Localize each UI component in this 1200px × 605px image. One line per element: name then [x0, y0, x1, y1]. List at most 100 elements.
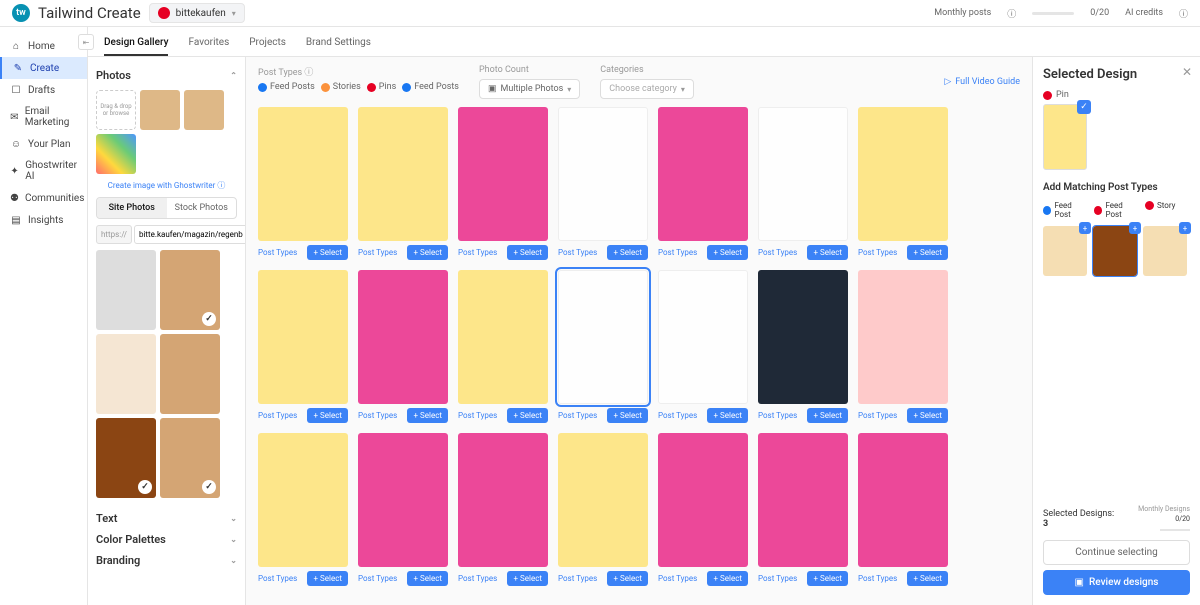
site-photo[interactable] — [96, 418, 156, 498]
info-icon[interactable]: ⓘ — [1007, 7, 1016, 20]
select-button[interactable]: + Select — [607, 571, 648, 586]
site-photo[interactable] — [160, 334, 220, 414]
post-types-link[interactable]: Post Types — [858, 248, 897, 257]
design-preview[interactable] — [258, 270, 348, 404]
post-types-link[interactable]: Post Types — [858, 411, 897, 420]
design-preview[interactable] — [758, 433, 848, 567]
select-button[interactable]: + Select — [707, 245, 748, 260]
post-types-link[interactable]: Post Types — [758, 248, 797, 257]
design-preview[interactable] — [558, 433, 648, 567]
site-photo[interactable] — [96, 334, 156, 414]
select-button[interactable]: + Select — [407, 571, 448, 586]
post-types-link[interactable]: Post Types — [358, 574, 397, 583]
site-selector[interactable]: bittekaufen ▾ — [149, 3, 245, 23]
design-preview[interactable] — [858, 433, 948, 567]
continue-selecting-button[interactable]: Continue selecting — [1043, 540, 1190, 565]
select-button[interactable]: + Select — [907, 571, 948, 586]
categories-select[interactable]: Choose category▾ — [600, 79, 694, 99]
close-icon[interactable]: ✕ — [1182, 65, 1192, 79]
nav-plan[interactable]: ☺Your Plan — [0, 133, 87, 155]
chip-pins[interactable]: Pins — [367, 82, 396, 92]
site-photo[interactable] — [160, 250, 220, 330]
post-types-link[interactable]: Post Types — [258, 574, 297, 583]
design-preview[interactable] — [358, 107, 448, 241]
ghostwriter-link[interactable]: Create image with Ghostwriter ⓘ — [96, 180, 237, 191]
site-photo[interactable] — [96, 250, 156, 330]
chip-feed-posts[interactable]: Feed Posts — [258, 82, 315, 92]
design-preview[interactable] — [258, 433, 348, 567]
nav-home[interactable]: ⌂Home — [0, 35, 87, 57]
post-types-link[interactable]: Post Types — [458, 411, 497, 420]
uploaded-thumb[interactable] — [140, 90, 180, 130]
select-button[interactable]: + Select — [407, 408, 448, 423]
select-button[interactable]: + Select — [407, 245, 448, 260]
post-types-link[interactable]: Post Types — [658, 574, 697, 583]
tab-design-gallery[interactable]: Design Gallery — [104, 31, 168, 56]
post-types-link[interactable]: Post Types — [458, 574, 497, 583]
site-photo[interactable] — [160, 418, 220, 498]
branding-section-header[interactable]: Branding⌄ — [96, 550, 237, 571]
design-preview[interactable] — [758, 107, 848, 241]
design-preview[interactable] — [258, 107, 348, 241]
nav-drafts[interactable]: ☐Drafts — [0, 79, 87, 101]
select-button[interactable]: + Select — [307, 245, 348, 260]
nav-create[interactable]: ✎Create — [0, 57, 87, 79]
url-input[interactable] — [134, 225, 246, 244]
post-types-link[interactable]: Post Types — [458, 248, 497, 257]
design-preview[interactable] — [458, 433, 548, 567]
selected-preview[interactable]: ✓ — [1043, 104, 1087, 170]
info-icon[interactable]: ⓘ — [1179, 7, 1188, 20]
match-thumb[interactable]: + — [1143, 226, 1187, 276]
design-preview[interactable] — [758, 270, 848, 404]
design-preview[interactable] — [558, 107, 648, 241]
design-preview[interactable] — [658, 433, 748, 567]
design-preview[interactable] — [458, 270, 548, 404]
subtab-site-photos[interactable]: Site Photos — [97, 198, 167, 218]
select-button[interactable]: + Select — [307, 571, 348, 586]
post-types-link[interactable]: Post Types — [758, 411, 797, 420]
text-section-header[interactable]: Text⌄ — [96, 508, 237, 529]
select-button[interactable]: + Select — [607, 408, 648, 423]
match-thumb[interactable]: + — [1093, 226, 1137, 276]
design-preview[interactable] — [858, 270, 948, 404]
select-button[interactable]: + Select — [607, 245, 648, 260]
post-types-link[interactable]: Post Types — [558, 411, 597, 420]
post-types-link[interactable]: Post Types — [658, 411, 697, 420]
chip-feed-posts-2[interactable]: Feed Posts — [402, 82, 459, 92]
video-guide-link[interactable]: ▷Full Video Guide — [944, 65, 1020, 99]
design-preview[interactable] — [458, 107, 548, 241]
select-button[interactable]: + Select — [807, 245, 848, 260]
info-icon[interactable]: ⓘ — [304, 68, 313, 78]
design-preview[interactable] — [358, 433, 448, 567]
subtab-stock-photos[interactable]: Stock Photos — [167, 198, 237, 218]
select-button[interactable]: + Select — [807, 571, 848, 586]
tab-projects[interactable]: Projects — [249, 31, 286, 56]
post-types-link[interactable]: Post Types — [558, 574, 597, 583]
post-types-link[interactable]: Post Types — [358, 248, 397, 257]
design-preview[interactable] — [658, 107, 748, 241]
select-button[interactable]: + Select — [307, 408, 348, 423]
nav-ghostwriter[interactable]: ✦Ghostwriter AI — [0, 155, 87, 187]
design-preview[interactable] — [358, 270, 448, 404]
post-types-link[interactable]: Post Types — [258, 411, 297, 420]
post-types-link[interactable]: Post Types — [258, 248, 297, 257]
design-preview[interactable] — [658, 270, 748, 404]
upload-dropzone[interactable]: Drag & drop or browse — [96, 90, 136, 130]
uploaded-thumb[interactable] — [96, 134, 136, 174]
design-preview[interactable] — [858, 107, 948, 241]
tab-brand-settings[interactable]: Brand Settings — [306, 31, 371, 56]
tab-favorites[interactable]: Favorites — [188, 31, 229, 56]
nav-email[interactable]: ✉Email Marketing — [0, 101, 87, 133]
post-types-link[interactable]: Post Types — [358, 411, 397, 420]
select-button[interactable]: + Select — [707, 571, 748, 586]
select-button[interactable]: + Select — [507, 245, 548, 260]
select-button[interactable]: + Select — [907, 408, 948, 423]
collapse-sidebar-button[interactable]: ⇤ — [78, 34, 94, 50]
post-types-link[interactable]: Post Types — [658, 248, 697, 257]
design-preview[interactable] — [558, 270, 648, 404]
post-types-link[interactable]: Post Types — [858, 574, 897, 583]
chip-stories[interactable]: Stories — [321, 82, 361, 92]
photos-section-header[interactable]: Photos ⌃ — [96, 65, 237, 86]
select-button[interactable]: + Select — [707, 408, 748, 423]
select-button[interactable]: + Select — [507, 408, 548, 423]
